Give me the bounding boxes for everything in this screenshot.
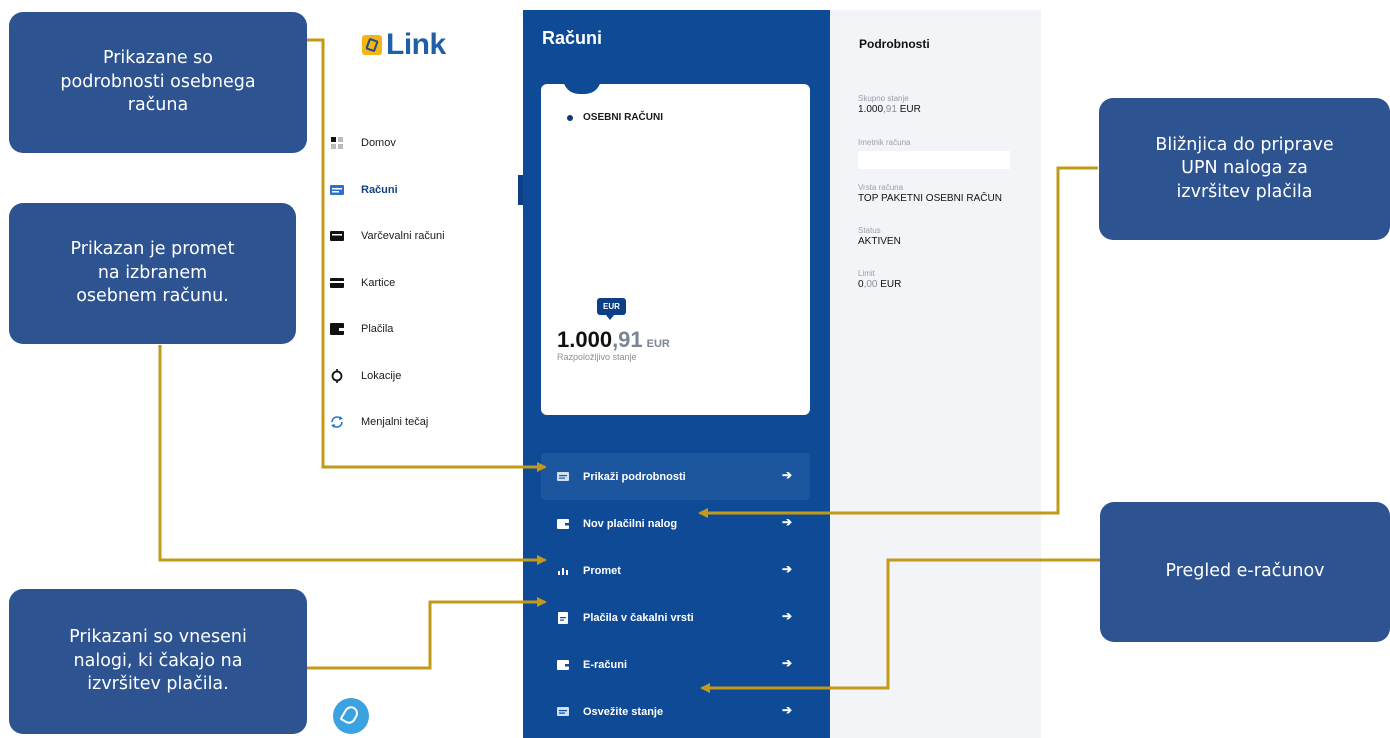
- status-field: Status AKTIVEN: [858, 226, 901, 247]
- field-label: Limit: [858, 269, 875, 278]
- value-dec: ,00: [863, 279, 878, 290]
- link-logo[interactable]: Link: [362, 30, 446, 60]
- logo-icon: [362, 35, 382, 55]
- available-amount: 1.000,91 EUR: [557, 327, 670, 353]
- action-label: E-računi: [583, 658, 628, 671]
- details-icon: [557, 472, 569, 482]
- amount-int: 1.000: [557, 327, 613, 352]
- field-label: Status: [858, 226, 881, 235]
- holder-value-box: [858, 151, 1010, 169]
- action-label: Osvežite stanje: [583, 705, 664, 718]
- callout-account-details: Prikazane so podrobnosti osebnega računa: [9, 12, 307, 153]
- field-value: AKTIVEN: [858, 236, 901, 247]
- account-card[interactable]: OSEBNI RAČUNI EUR 1.000,91 EUR Razpoložlj…: [541, 78, 810, 415]
- card-icon: [330, 277, 344, 289]
- sidebar-item-menjalni-tecaj[interactable]: Menjalni tečaj: [326, 399, 521, 446]
- refresh-icon: [557, 707, 569, 717]
- sidebar-item-label: Plačila: [361, 323, 394, 336]
- chart-icon: [557, 566, 569, 576]
- queue-icon: [557, 611, 569, 624]
- sidebar-nav: Domov Računi Varčevalni računi Kartice P…: [326, 120, 521, 446]
- arrow-right-icon: ➔: [781, 515, 792, 529]
- arrow-right-icon: ➔: [781, 656, 792, 670]
- details-panel: Podrobnosti Skupno stanje 1.000,91 EUR I…: [830, 10, 1041, 738]
- amount-currency: EUR: [646, 338, 670, 350]
- field-value: TOP PAKETNI OSEBNI RAČUN: [858, 193, 1002, 204]
- sidebar-item-label: Domov: [361, 137, 396, 150]
- account-type-field: Vrsta računa TOP PAKETNI OSEBNI RAČUN: [858, 183, 1002, 204]
- sidebar-item-label: Varčevalni računi: [361, 230, 445, 243]
- connector-queue: [306, 597, 547, 670]
- callout-queued-orders: Prikazani so vneseni nalogi, ki čakajo n…: [9, 589, 307, 734]
- sidebar-item-racuni[interactable]: Računi: [326, 167, 521, 214]
- action-label: Prikaži podrobnosti: [583, 470, 686, 483]
- sidebar-item-label: Računi: [361, 183, 398, 196]
- logo-text: Link: [386, 28, 446, 61]
- sidebar-item-label: Lokacije: [361, 369, 402, 382]
- new-payment-order-button[interactable]: Nov plačilni nalog ➔: [541, 500, 810, 547]
- value-dec: ,91: [883, 104, 897, 115]
- wallet-icon: [330, 323, 344, 336]
- details-title: Podrobnosti: [859, 37, 930, 51]
- account-label-text: OSEBNI RAČUNI: [583, 112, 664, 123]
- amount-dec: ,91: [612, 327, 643, 352]
- account-label: OSEBNI RAČUNI: [567, 112, 663, 123]
- panel-title: Računi: [542, 28, 603, 48]
- queued-payments-button[interactable]: Plačila v čakalni vrsti ➔: [541, 594, 810, 641]
- card-notch: [563, 78, 601, 94]
- field-label: Imetnik računa: [858, 138, 911, 147]
- callout-turnover: Prikazan je promet na izbranem osebnem r…: [9, 203, 296, 344]
- callout-upn-shortcut: Bližnjica do priprave UPN naloga za izvr…: [1099, 98, 1390, 240]
- new-payment-icon: [557, 518, 569, 529]
- location-icon: [330, 368, 344, 383]
- limit-field: Limit 0,00 EUR: [858, 269, 901, 290]
- arrow-right-icon: ➔: [781, 609, 792, 623]
- available-label: Razpoložljivo stanje: [557, 352, 637, 362]
- sidebar-item-lokacije[interactable]: Lokacije: [326, 353, 521, 400]
- show-details-button[interactable]: Prikaži podrobnosti ➔: [541, 453, 810, 500]
- sidebar-item-varcevalni-racuni[interactable]: Varčevalni računi: [326, 213, 521, 260]
- field-value: 0,00 EUR: [858, 279, 901, 290]
- field-label: Skupno stanje: [858, 94, 909, 103]
- arrow-right-icon: ➔: [781, 562, 792, 576]
- sidebar-item-label: Kartice: [361, 276, 396, 289]
- value-currency: EUR: [896, 104, 921, 115]
- e-invoice-icon: [557, 659, 569, 670]
- savings-icon: [330, 230, 344, 242]
- value-int: 1.000: [858, 104, 884, 115]
- arrow-right-icon: ➔: [781, 703, 792, 717]
- account-actions: Prikaži podrobnosti ➔ Nov plačilni nalog…: [541, 453, 810, 735]
- e-invoices-button[interactable]: E-računi ➔: [541, 641, 810, 688]
- accounts-panel: Računi OSEBNI RAČUNI EUR 1.000,91 EUR Raz…: [523, 10, 830, 738]
- field-label: Vrsta računa: [858, 183, 904, 192]
- turnover-button[interactable]: Promet ➔: [541, 547, 810, 594]
- sidebar-item-kartice[interactable]: Kartice: [326, 260, 521, 307]
- sidebar-item-placila[interactable]: Plačila: [326, 306, 521, 353]
- total-balance-field: Skupno stanje 1.000,91 EUR: [858, 94, 921, 115]
- account-holder-field: Imetnik računa: [858, 138, 1010, 169]
- refresh-balance-button[interactable]: Osvežite stanje ➔: [541, 688, 810, 735]
- action-label: Plačila v čakalni vrsti: [583, 611, 694, 624]
- sidebar-item-domov[interactable]: Domov: [326, 120, 521, 167]
- chat-assistant-button[interactable]: [333, 698, 369, 734]
- action-label: Promet: [583, 564, 621, 577]
- callout-e-invoices: Pregled e-računov: [1100, 502, 1390, 642]
- exchange-icon: [330, 416, 344, 429]
- arrow-right-icon: ➔: [781, 468, 792, 482]
- currency-badge: EUR: [597, 298, 626, 320]
- dashboard-icon: [330, 137, 344, 150]
- value-currency: EUR: [877, 279, 902, 290]
- action-label: Nov plačilni nalog: [583, 517, 678, 530]
- field-value: 1.000,91 EUR: [858, 104, 921, 115]
- accounts-icon: [330, 184, 344, 196]
- sidebar-item-label: Menjalni tečaj: [361, 416, 429, 429]
- bullet-icon: [567, 114, 573, 121]
